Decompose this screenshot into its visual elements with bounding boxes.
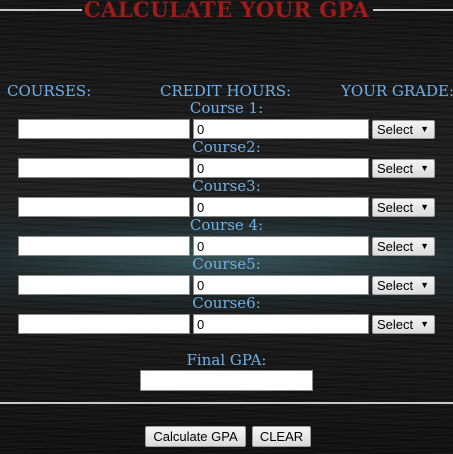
course-name-input[interactable] (18, 236, 190, 256)
dropdown-arrow-icon: ▼ (420, 163, 429, 173)
dropdown-arrow-icon: ▼ (420, 241, 429, 251)
course-name-input[interactable] (18, 158, 190, 178)
course-label: Course3: (192, 177, 261, 195)
grade-select[interactable]: Select ▼ (372, 315, 435, 334)
dropdown-arrow-icon: ▼ (420, 124, 429, 134)
header-courses: COURSES: (7, 82, 92, 100)
grade-select-value: Select (377, 122, 414, 137)
credit-hours-input[interactable] (193, 236, 369, 256)
credit-hours-input[interactable] (193, 314, 369, 334)
grade-select-value: Select (377, 200, 414, 215)
credit-hours-input[interactable] (193, 158, 369, 178)
credit-hours-input[interactable] (193, 275, 369, 295)
course-label: Course2: (192, 138, 261, 156)
final-gpa-label: Final GPA: (186, 351, 267, 369)
grade-select-value: Select (377, 161, 414, 176)
title-rule-right (373, 9, 453, 11)
grade-select[interactable]: Select ▼ (372, 237, 435, 256)
course-name-input[interactable] (18, 197, 190, 217)
grade-select-value: Select (377, 239, 414, 254)
dropdown-arrow-icon: ▼ (420, 202, 429, 212)
grade-select-value: Select (377, 278, 414, 293)
divider (0, 402, 453, 404)
grade-select[interactable]: Select ▼ (372, 198, 435, 217)
course-label: Course 4: (189, 216, 264, 234)
grade-select-value: Select (377, 317, 414, 332)
header-credit-hours: CREDIT HOURS: (160, 82, 292, 100)
course-label: Course 1: (189, 99, 264, 117)
course-name-input[interactable] (18, 314, 190, 334)
header-your-grade: YOUR GRADE: (341, 82, 453, 100)
dropdown-arrow-icon: ▼ (420, 280, 429, 290)
course-name-input[interactable] (18, 275, 190, 295)
course-name-input[interactable] (18, 119, 190, 139)
page-title: CALCULATE YOUR GPA (83, 0, 370, 22)
dropdown-arrow-icon: ▼ (420, 319, 429, 329)
course-label: Course6: (192, 294, 261, 312)
final-gpa-output (140, 370, 313, 391)
credit-hours-input[interactable] (193, 119, 369, 139)
course-label: Course5: (192, 255, 261, 273)
grade-select[interactable]: Select ▼ (372, 159, 435, 178)
calculate-gpa-button[interactable]: Calculate GPA (145, 426, 246, 447)
credit-hours-input[interactable] (193, 197, 369, 217)
clear-button[interactable]: CLEAR (252, 426, 311, 447)
grade-select[interactable]: Select ▼ (372, 120, 435, 139)
grade-select[interactable]: Select ▼ (372, 276, 435, 295)
